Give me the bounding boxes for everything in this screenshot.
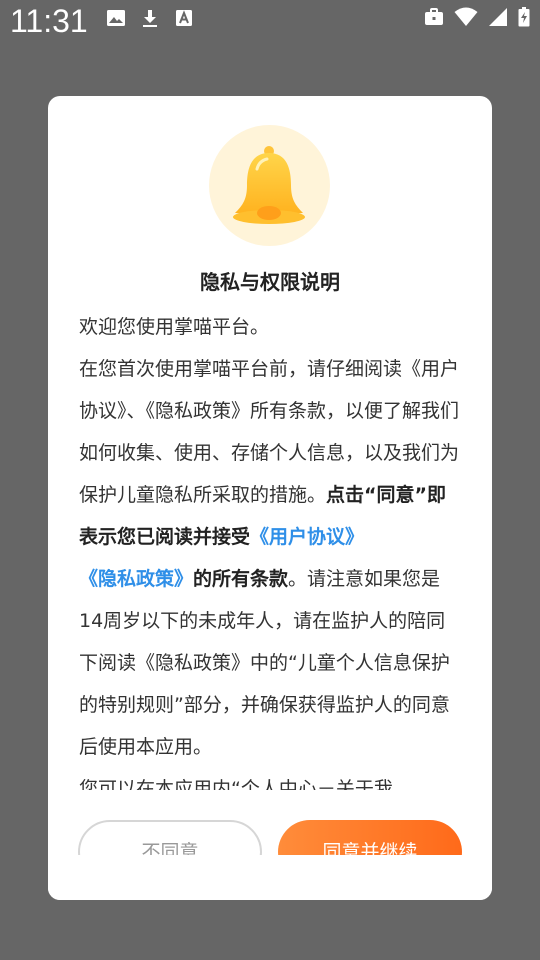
bell-icon-badge xyxy=(209,125,330,246)
settings-hint-text: 您可以在本应用内“个人中心－关于我 xyxy=(79,778,393,790)
wifi-icon xyxy=(454,7,478,26)
battery-icon xyxy=(518,7,530,27)
status-time: 11:31 xyxy=(10,3,88,39)
font-icon xyxy=(176,10,192,26)
briefcase-icon xyxy=(425,8,443,25)
privacy-body: 在您首次使用掌喵平台前，请仔细阅读《用户协议》、《隐私政策》所有条款，以便了解我… xyxy=(79,348,463,768)
privacy-content[interactable]: 欢迎您使用掌喵平台。 在您首次使用掌喵平台前，请仔细阅读《用户协议》、《隐私政策… xyxy=(79,306,463,790)
status-system-icons xyxy=(424,7,530,27)
button-clip-mask xyxy=(48,855,492,900)
download-icon xyxy=(143,10,157,27)
dialog-title: 隐私与权限说明 xyxy=(200,270,340,294)
status-bar: 11:31 xyxy=(0,0,540,40)
image-icon xyxy=(107,10,125,26)
bell-icon xyxy=(233,146,305,224)
status-notification-icons xyxy=(106,8,194,28)
minor-notice-text: 。请注意如果您是14周岁以下的未成年人，请在监护人的陪同下阅读《隐私政策》中的“… xyxy=(79,568,450,758)
privacy-dialog: 隐私与权限说明 欢迎您使用掌喵平台。 在您首次使用掌喵平台前，请仔细阅读《用户协… xyxy=(48,96,492,900)
privacy-policy-link[interactable]: 《隐私政策》 xyxy=(79,568,193,590)
welcome-text: 欢迎您使用掌喵平台。 xyxy=(79,316,270,338)
user-agreement-link[interactable]: 《用户协议》 xyxy=(250,526,364,548)
consent-bold-tail: 的所有条款 xyxy=(193,568,289,590)
signal-icon xyxy=(489,8,507,26)
